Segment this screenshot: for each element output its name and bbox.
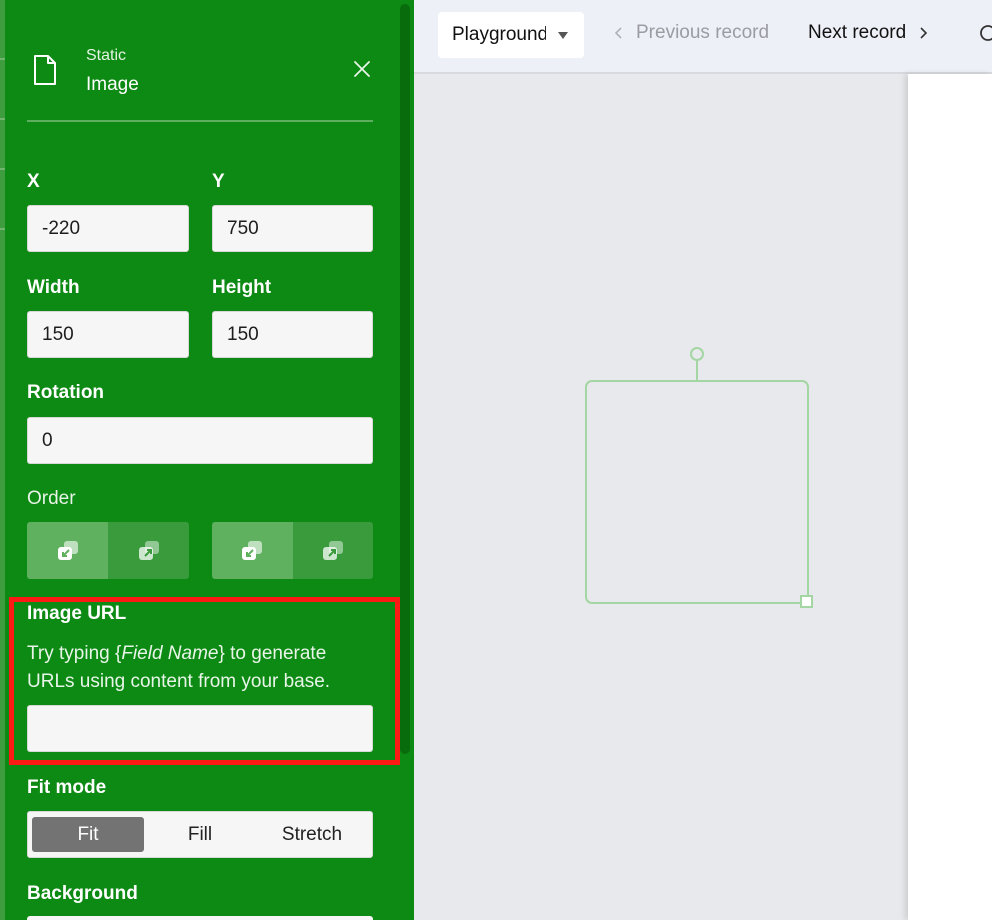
image-url-label: Image URL <box>27 603 127 624</box>
send-to-back-icon <box>242 540 263 560</box>
fit-mode-label: Fit mode <box>27 777 107 798</box>
fit-option[interactable]: Fit <box>32 817 144 852</box>
panel-scrollbar[interactable] <box>400 4 410 754</box>
element-type-label: Static <box>86 47 127 64</box>
order-label: Order <box>27 488 76 509</box>
close-icon[interactable] <box>350 57 374 81</box>
bring-to-front-button[interactable] <box>27 522 108 579</box>
image-bounding-box <box>585 380 809 604</box>
x-input[interactable] <box>27 205 189 252</box>
order-group-back <box>212 522 373 579</box>
table-select-value: Playground <box>452 24 546 45</box>
background-label: Background <box>27 883 138 904</box>
bring-forward-icon <box>138 540 159 560</box>
rotation-label: Rotation <box>27 382 105 403</box>
caret-down-icon <box>558 32 568 39</box>
rotation-handle <box>690 347 704 361</box>
rotation-input[interactable] <box>27 417 373 464</box>
width-label: Width <box>27 277 80 298</box>
table-select[interactable]: Playground <box>438 12 584 58</box>
previous-record-button[interactable]: Previous record <box>612 22 769 44</box>
bring-to-front-icon <box>57 540 78 560</box>
image-url-help: Try typing {Field Name} to generate URLs… <box>27 643 331 692</box>
fit-mode-control: Fit Fill Stretch <box>27 811 373 858</box>
search-icon[interactable] <box>978 24 992 44</box>
next-record-button[interactable]: Next record <box>808 22 930 44</box>
previous-record-label: Previous record <box>636 22 770 43</box>
y-label: Y <box>212 171 225 192</box>
file-icon <box>34 55 56 85</box>
next-record-label: Next record <box>808 22 907 43</box>
stretch-option[interactable]: Stretch <box>256 817 368 852</box>
order-group-front <box>27 522 189 579</box>
height-input[interactable] <box>212 311 373 358</box>
image-element-selection[interactable] <box>584 346 814 610</box>
element-title: Image <box>86 74 139 95</box>
fill-option[interactable]: Fill <box>144 817 256 852</box>
y-input[interactable] <box>212 205 373 252</box>
properties-panel: Static Image X Y Width Height Rotation O… <box>0 0 414 920</box>
resize-handle <box>800 595 813 608</box>
panel-edge <box>0 0 5 920</box>
send-backward-button[interactable] <box>292 522 373 579</box>
x-label: X <box>27 171 40 192</box>
send-backward-icon <box>322 540 343 560</box>
page-preview <box>908 74 992 920</box>
chevron-right-icon <box>920 27 928 39</box>
bring-forward-button[interactable] <box>108 522 189 579</box>
top-toolbar: Playground Previous record Next record <box>414 0 992 74</box>
header-divider <box>27 120 373 122</box>
chevron-left-icon <box>614 27 622 39</box>
width-input[interactable] <box>27 311 189 358</box>
height-label: Height <box>212 277 272 298</box>
send-to-back-button[interactable] <box>212 522 293 579</box>
background-input[interactable] <box>27 916 373 920</box>
image-url-input[interactable] <box>27 705 373 752</box>
